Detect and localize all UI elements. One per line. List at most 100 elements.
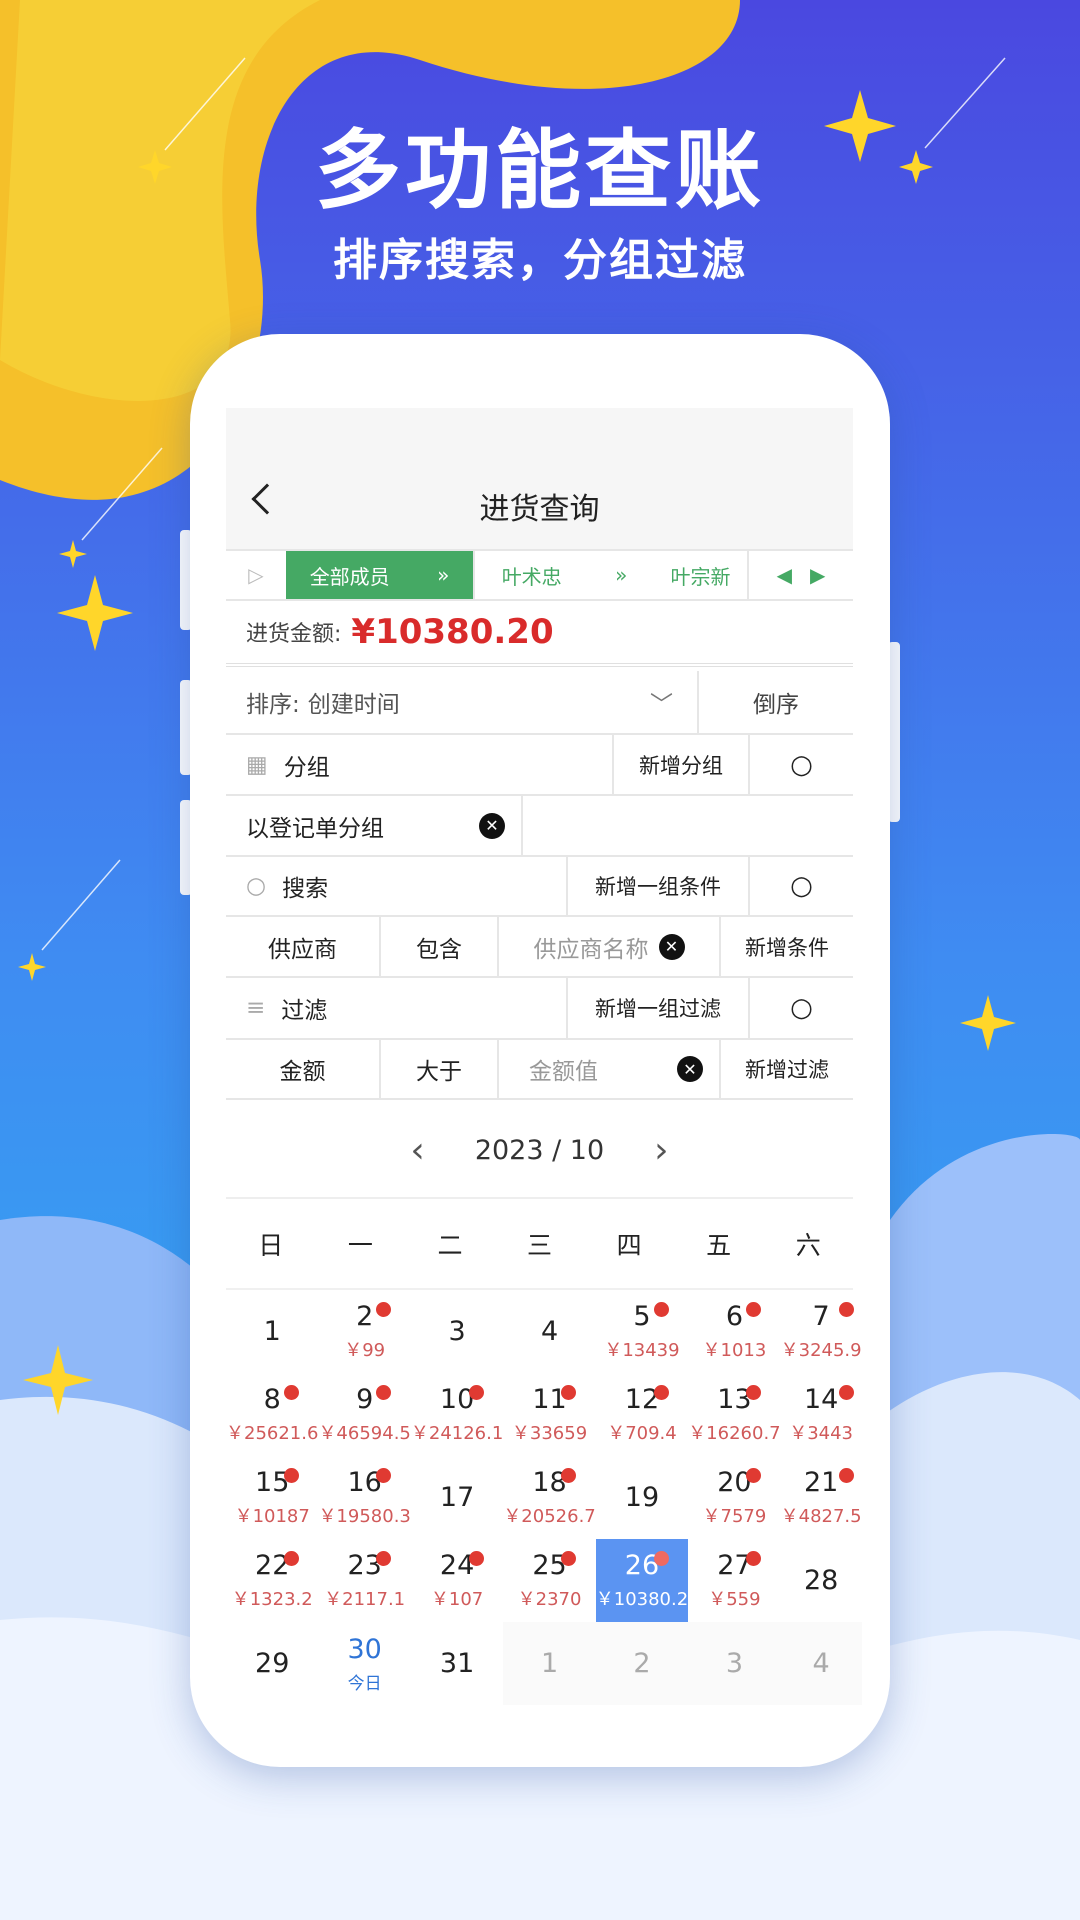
calendar-day[interactable]: 11 ￥33659 — [503, 1373, 595, 1456]
day-number: 5 — [633, 1301, 651, 1332]
search-icon[interactable]: ○ — [750, 857, 853, 915]
month-nav: ‹ 2023 / 10 › — [226, 1121, 853, 1179]
calendar-day[interactable]: 18 ￥20526.7 — [503, 1456, 595, 1539]
member-tab-label: 叶术忠 — [501, 564, 562, 589]
add-group-button[interactable]: 新增分组 — [614, 735, 750, 794]
supplier-input[interactable]: 供应商名称 ✕ — [499, 917, 721, 976]
calendar-day[interactable]: 3 — [688, 1622, 781, 1705]
day-amount: ￥99 — [344, 1340, 386, 1361]
day-number: 2 — [356, 1301, 374, 1332]
day-number: 9 — [356, 1384, 374, 1415]
calendar-day[interactable]: 22 ￥1323.2 — [226, 1539, 318, 1622]
record-dot-icon — [746, 1302, 762, 1317]
group-tag-row: 以登记单分组 ✕ — [226, 796, 853, 857]
clear-icon[interactable]: ✕ — [658, 933, 685, 960]
field-select[interactable]: 金额 — [226, 1040, 381, 1098]
day-amount: ￥13439 — [604, 1340, 680, 1361]
hero-subtitle: 排序搜索，分组过滤 — [333, 235, 747, 286]
amount-input[interactable]: 金额值 ✕ — [499, 1040, 721, 1098]
clear-icon[interactable]: ✕ — [677, 1056, 703, 1082]
operator-select[interactable]: 包含 — [381, 917, 499, 976]
add-filter-group-button[interactable]: 新增一组过滤 — [568, 978, 750, 1038]
record-dot-icon — [838, 1385, 854, 1400]
calendar-day[interactable]: 17 — [411, 1456, 503, 1539]
calendar-day[interactable]: 6 ￥1013 — [688, 1290, 780, 1373]
calendar-day[interactable]: 24 ￥107 — [411, 1539, 503, 1622]
sort-select[interactable]: 排序: 创建时间 ﹀ — [226, 671, 699, 733]
calendar-day[interactable]: 8 ￥25621.6 — [226, 1373, 318, 1456]
scroll-arrows[interactable]: ◀ ▶ — [749, 551, 853, 599]
day-number: 1 — [263, 1316, 281, 1347]
calendar-day[interactable]: 7 ￥3245.9 — [781, 1290, 862, 1373]
add-filter-button[interactable]: 新增过滤 — [721, 1040, 853, 1098]
day-amount: ￥709.4 — [607, 1423, 677, 1444]
record-dot-icon — [653, 1551, 669, 1566]
calendar-day[interactable]: 28 — [781, 1539, 862, 1622]
calendar-day[interactable]: 30 今日 — [318, 1622, 410, 1705]
calendar-day[interactable]: 10 ￥24126.1 — [411, 1373, 503, 1456]
chevron-down-icon: ﹀ — [650, 692, 673, 718]
member-tab-all[interactable]: 全部成员 » — [286, 551, 475, 599]
calendar-day[interactable]: 2 ￥99 — [318, 1290, 410, 1373]
record-dot-icon — [653, 1302, 669, 1317]
weekday-label: 二 — [437, 1230, 463, 1260]
double-chevron-icon: » — [437, 563, 450, 587]
member-tabs: ▷ 全部成员» 叶术忠» 叶宗新 ◀ ▶ — [226, 551, 853, 601]
record-dot-icon — [561, 1468, 577, 1483]
calendar-day[interactable]: 19 — [596, 1456, 688, 1539]
chevron-left-icon[interactable]: ‹ — [410, 1130, 424, 1171]
day-number: 21 — [803, 1467, 839, 1498]
calendar-day[interactable]: 29 — [226, 1622, 318, 1705]
play-icon[interactable]: ▷ — [226, 551, 286, 599]
calendar-day[interactable]: 27 ￥559 — [688, 1539, 780, 1622]
page-title: 进货查询 — [479, 492, 600, 527]
triangle-right-icon[interactable]: ▶ — [810, 563, 825, 587]
group-label: 分组 — [283, 754, 330, 781]
field-select[interactable]: 供应商 — [226, 917, 381, 976]
day-amount: ￥33659 — [511, 1423, 588, 1444]
calendar-day[interactable]: 31 — [411, 1622, 503, 1705]
add-condition-button[interactable]: 新增条件 — [721, 917, 853, 976]
calendar-day[interactable]: 4 — [503, 1290, 595, 1373]
calendar-day[interactable]: 25 ￥2370 — [503, 1539, 595, 1622]
member-tab-label: 叶宗新 — [670, 564, 731, 589]
day-number: 4 — [540, 1316, 559, 1347]
calendar-day[interactable]: 16 ￥19580.3 — [318, 1456, 410, 1539]
calendar-day[interactable]: 4 — [780, 1622, 862, 1705]
calendar-day[interactable]: 3 — [411, 1290, 503, 1373]
weekday-header: 日一二三四五六 — [226, 1199, 853, 1290]
day-amount: ￥3245.9 — [780, 1340, 862, 1361]
calendar-day[interactable]: 12 ￥709.4 — [596, 1373, 688, 1456]
operator-select[interactable]: 大于 — [381, 1040, 499, 1098]
calendar-day[interactable]: 9 ￥46594.5 — [318, 1373, 410, 1456]
member-tab-label: 全部成员 — [309, 564, 390, 589]
calendar-day[interactable]: 2 — [595, 1622, 689, 1705]
calendar-day[interactable]: 23 ￥2117.1 — [318, 1539, 410, 1622]
day-amount: ￥10187 — [234, 1506, 310, 1527]
record-dot-icon — [376, 1385, 392, 1400]
empty-cell — [523, 796, 853, 855]
calendar-day[interactable]: 1 — [226, 1290, 318, 1373]
weekday-label: 四 — [616, 1230, 642, 1260]
clear-icon[interactable]: ✕ — [479, 812, 505, 839]
search-icon[interactable]: ○ — [750, 978, 853, 1038]
calendar-day[interactable]: 15 ￥10187 — [226, 1456, 318, 1539]
day-number: 29 — [255, 1648, 290, 1679]
triangle-left-icon[interactable]: ◀ — [777, 563, 792, 587]
search-icon[interactable]: ○ — [750, 735, 853, 794]
calendar-day[interactable]: 26 ￥10380.2 — [595, 1539, 689, 1622]
member-tab[interactable]: 叶宗新 — [654, 551, 749, 599]
record-dot-icon — [838, 1302, 854, 1317]
sort-order-button[interactable]: 倒序 — [699, 671, 853, 733]
calendar-day[interactable]: 13 ￥16260.7 — [688, 1373, 780, 1456]
calendar-day[interactable]: 21 ￥4827.5 — [781, 1456, 862, 1539]
chevron-right-icon[interactable]: › — [654, 1130, 668, 1171]
member-tab[interactable]: 叶术忠 » — [475, 551, 654, 599]
calendar-day[interactable]: 1 — [503, 1622, 596, 1705]
calendar-day[interactable]: 20 ￥7579 — [688, 1456, 780, 1539]
calendar-day[interactable]: 5 ￥13439 — [596, 1290, 688, 1373]
add-condition-group-button[interactable]: 新增一组条件 — [568, 857, 750, 915]
weekday-label: 日 — [258, 1230, 284, 1260]
search-icon: ○ — [246, 873, 267, 899]
calendar-day[interactable]: 14 ￥3443 — [781, 1373, 862, 1456]
